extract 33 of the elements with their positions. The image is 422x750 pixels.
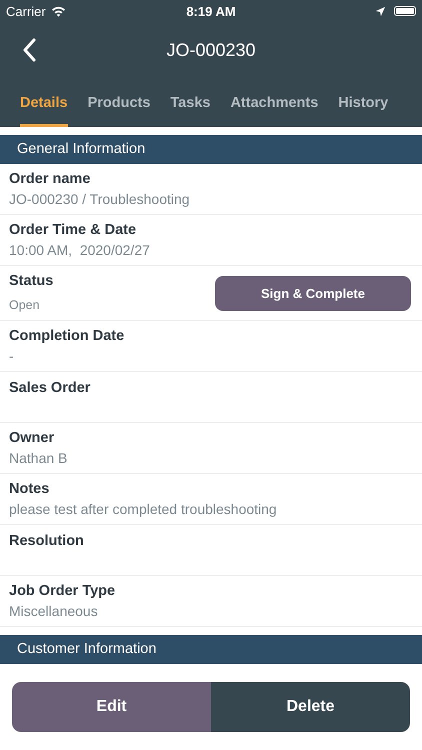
clock-time: 8:19 AM — [186, 4, 236, 18]
field-label: Job Order Type — [9, 582, 116, 601]
field-label: Notes — [9, 480, 50, 499]
field-label: Order name — [9, 170, 92, 189]
tab[interactable]: Attachments — [230, 78, 318, 127]
field-label: Order Time & Date — [9, 221, 138, 240]
field-value: Open — [9, 297, 41, 314]
field-label: Owner — [9, 429, 56, 448]
field-value: Miscellaneous — [9, 602, 99, 621]
battery-icon — [394, 6, 416, 16]
field-value: Nathan B — [9, 449, 68, 468]
field-label: Resolution — [9, 532, 85, 550]
section-header: Customer Information — [0, 635, 422, 664]
field-label: Status — [9, 272, 54, 291]
page-title: JO-000230 — [166, 40, 256, 60]
field-value: 10:00 AM, 2020/02/27 — [9, 241, 151, 260]
section-header: General Information — [0, 135, 422, 164]
tab[interactable]: Products — [88, 78, 150, 127]
field-label: Completion Date — [9, 327, 126, 346]
field-value: JO-000230 / Troubleshooting — [9, 190, 191, 209]
wifi-icon — [50, 5, 66, 17]
location-arrow-icon — [375, 6, 386, 16]
field-value: please test after completed troubleshooting — [9, 500, 278, 519]
carrier-label: Carrier — [6, 4, 46, 18]
field-value: - — [9, 347, 15, 366]
tab[interactable]: Tasks — [170, 78, 210, 127]
field-label: Sales Order — [9, 378, 92, 398]
delete-button[interactable]: Delete — [211, 682, 410, 732]
edit-button[interactable]: Edit — [12, 682, 211, 732]
sign-complete-button[interactable]: Sign & Complete — [215, 276, 411, 311]
tab[interactable]: Details — [20, 78, 68, 127]
back-icon[interactable] — [22, 38, 36, 62]
tab[interactable]: History — [338, 78, 388, 127]
